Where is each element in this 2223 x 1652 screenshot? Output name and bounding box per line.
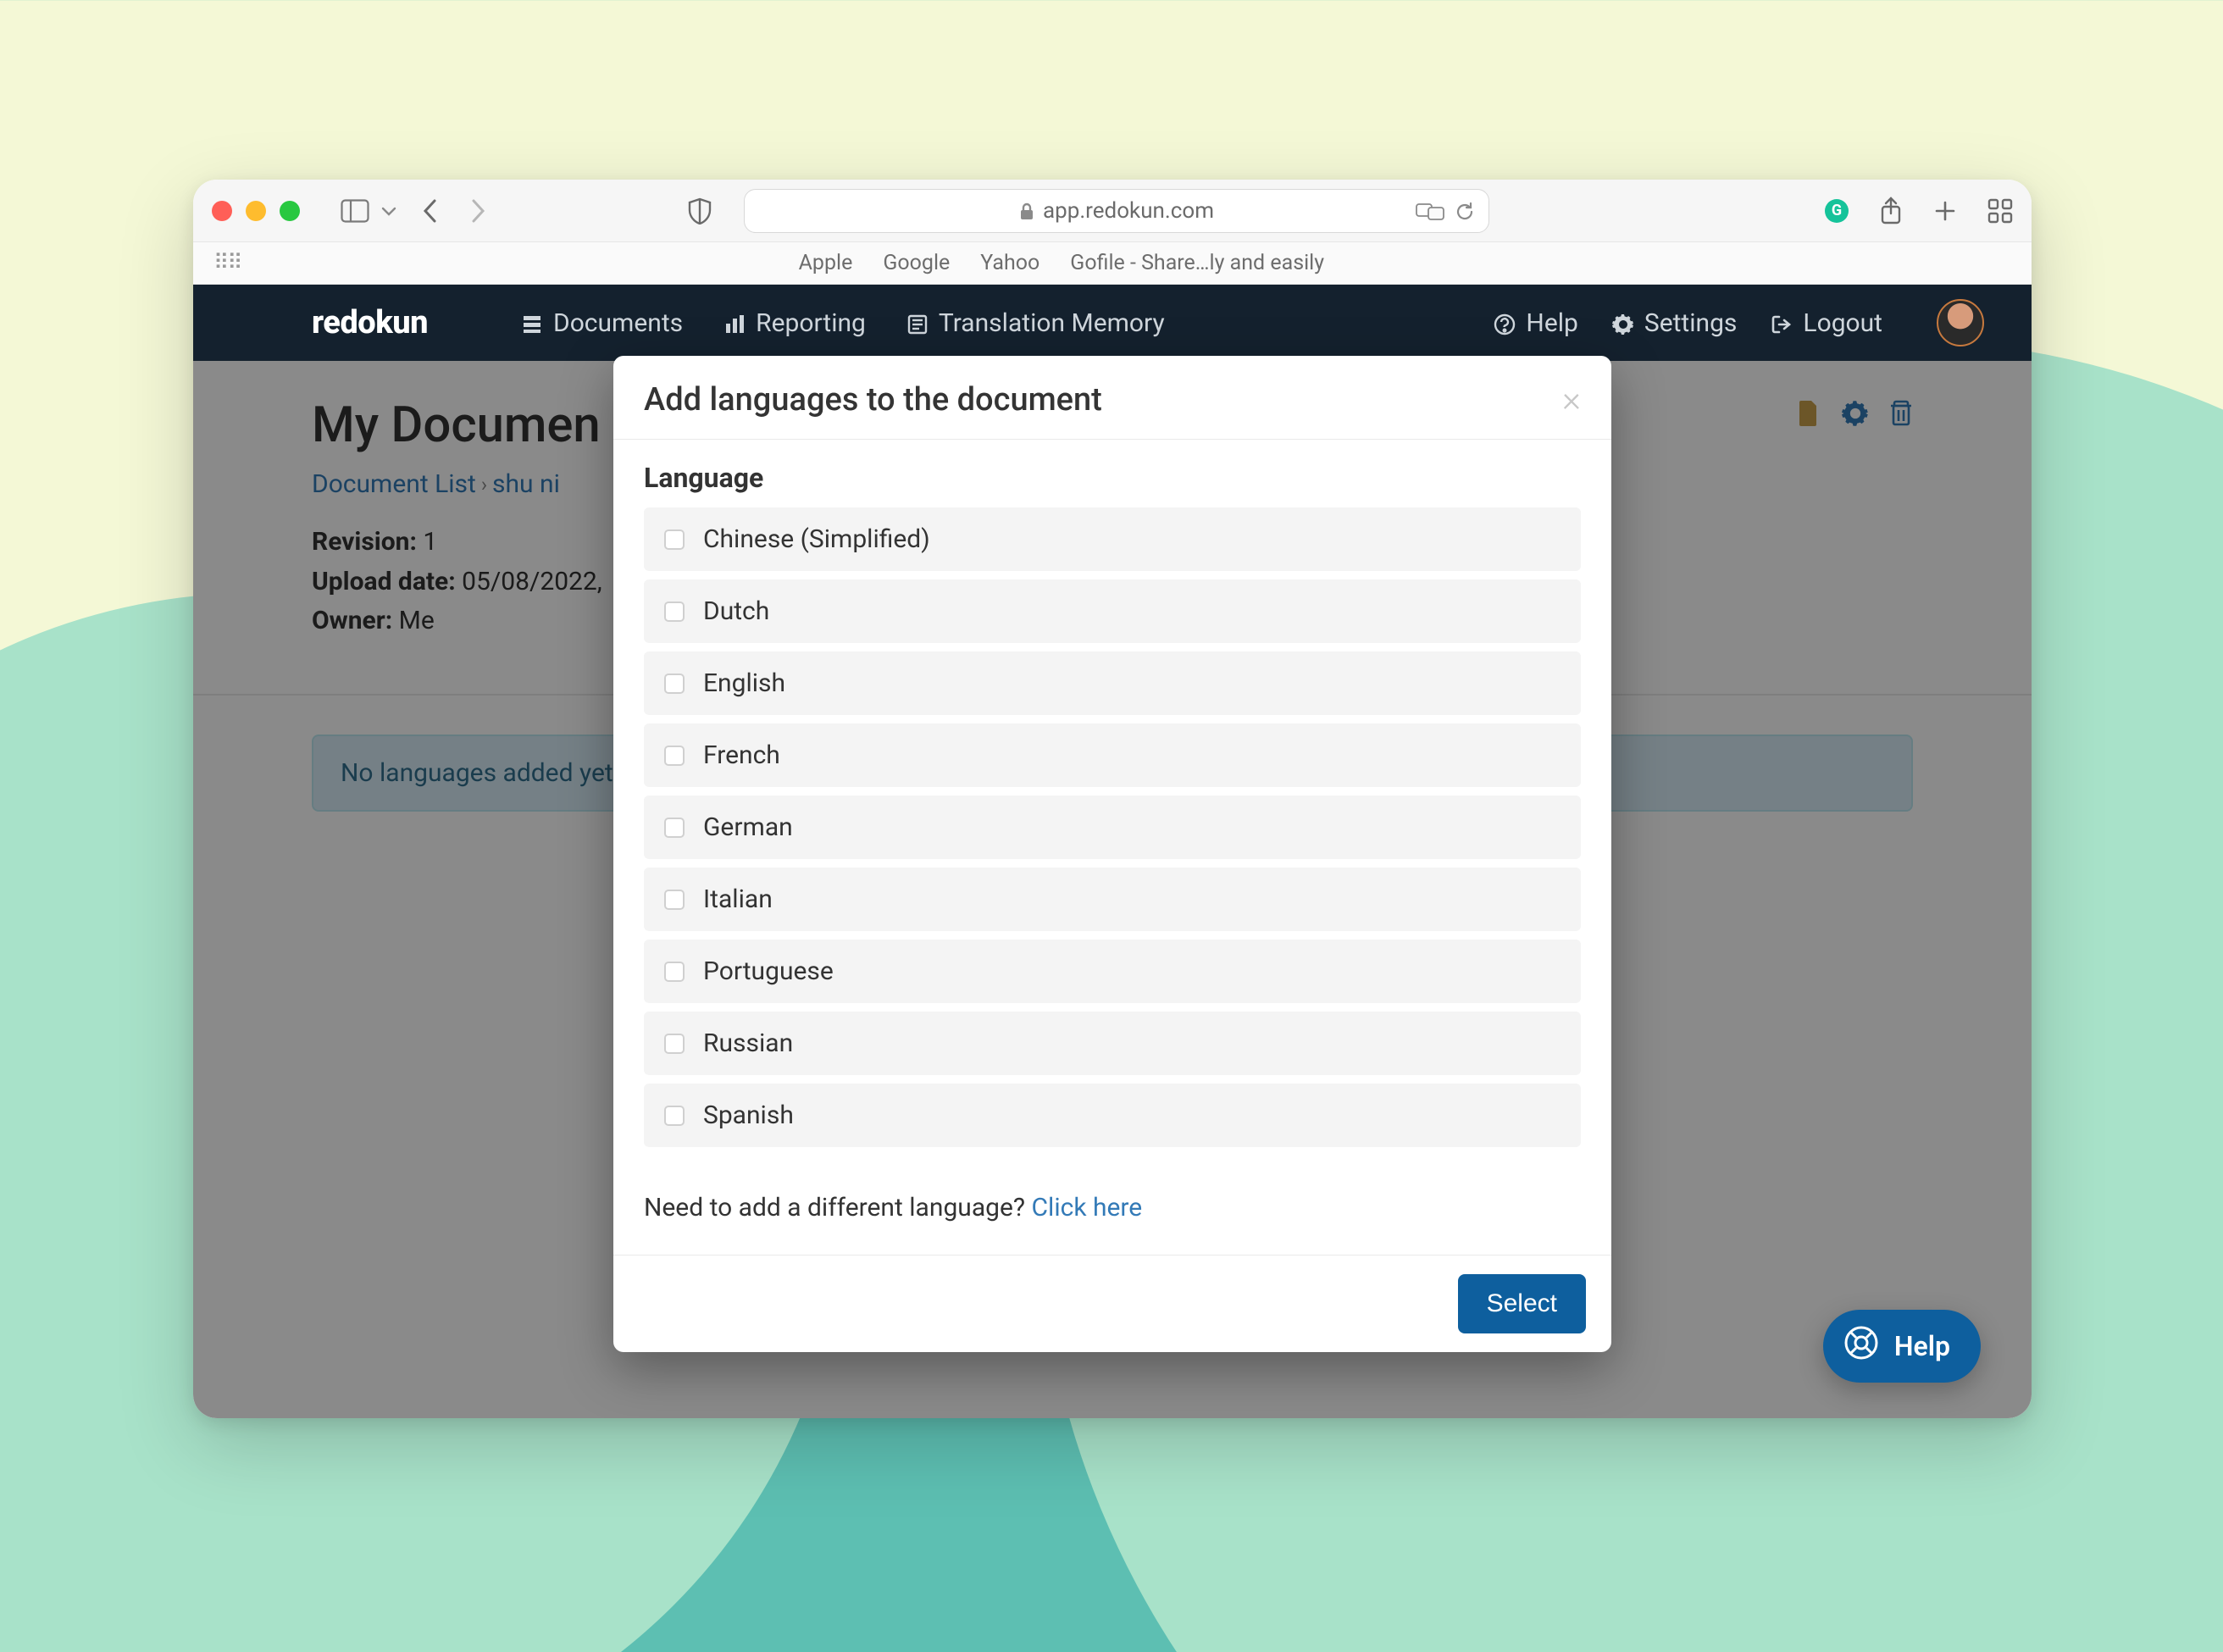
language-option[interactable]: Spanish [644,1084,1581,1147]
language-name: Portuguese [703,956,834,986]
language-checkbox[interactable] [664,674,685,694]
bookmark-apple[interactable]: Apple [799,251,853,275]
reload-icon[interactable] [1455,198,1475,224]
bookmark-bar: ⠿⠿ Apple Google Yahoo Gofile - Share…ly … [193,242,2032,285]
language-name: Spanish [703,1100,794,1130]
close-icon[interactable]: × [1562,382,1581,418]
modal-header: Add languages to the document × [613,356,1611,440]
book-icon [906,308,929,338]
grammarly-icon[interactable]: G [1825,199,1849,223]
modal-body: Language Chinese (Simplified) Dutch Englis… [613,440,1611,1231]
nav-help[interactable]: Help [1494,308,1577,338]
language-checkbox[interactable] [664,1034,685,1054]
nav-tm-label: Translation Memory [939,308,1165,338]
nav-logout[interactable]: Logout [1771,308,1882,338]
language-option[interactable]: English [644,651,1581,715]
language-checkbox[interactable] [664,962,685,982]
nav-reporting-label: Reporting [756,308,866,338]
nav-documents[interactable]: Documents [521,308,683,338]
new-tab-icon[interactable] [1933,199,1957,223]
language-field-label: Language [644,462,1581,494]
nav-settings-label: Settings [1644,308,1738,338]
nav-logout-label: Logout [1803,308,1882,338]
language-checkbox[interactable] [664,890,685,910]
question-icon [1494,308,1516,338]
help-prefix: Need to add a different language? [644,1193,1032,1222]
bookmark-gofile[interactable]: Gofile - Share…ly and easily [1070,251,1324,275]
address-bar[interactable]: app.redokun.com [744,189,1489,233]
language-name: Russian [703,1028,793,1058]
language-checkbox[interactable] [664,1106,685,1126]
language-checkbox[interactable] [664,529,685,550]
primary-nav: Documents Reporting Translation Memory [521,308,1165,338]
forward-button[interactable] [469,198,486,224]
modal-title: Add languages to the document [644,381,1102,419]
translate-icon[interactable] [1416,198,1444,224]
nav-documents-label: Documents [553,308,683,338]
apps-grid-icon[interactable]: ⠿⠿ [213,257,241,269]
language-name: Dutch [703,596,769,626]
lifebuoy-icon [1843,1325,1879,1367]
documents-icon [521,308,543,338]
brand-logo[interactable]: redokun [312,304,428,341]
modal-footer: Select [613,1255,1611,1352]
window-close-button[interactable] [212,201,232,221]
language-name: German [703,812,793,842]
browser-toolbar: app.redokun.com G [193,180,2032,242]
window-minimize-button[interactable] [246,201,266,221]
back-button[interactable] [422,198,439,224]
language-name: Italian [703,884,773,914]
privacy-shield-icon[interactable] [688,197,712,225]
gear-icon [1612,308,1634,338]
window-controls [212,201,300,221]
select-button[interactable]: Select [1458,1274,1586,1333]
nav-translation-memory[interactable]: Translation Memory [906,308,1165,338]
bookmark-google[interactable]: Google [883,251,950,275]
lock-icon [1019,198,1034,224]
tab-overview-icon[interactable] [1987,198,2013,224]
language-checkbox[interactable] [664,818,685,838]
language-name: English [703,668,785,698]
language-option[interactable]: Portuguese [644,940,1581,1003]
add-languages-modal: Add languages to the document × Language… [613,356,1611,1352]
language-option[interactable]: Russian [644,1012,1581,1075]
nav-reporting[interactable]: Reporting [723,308,866,338]
help-widget-label: Help [1894,1330,1950,1362]
language-checkbox[interactable] [664,601,685,622]
help-link[interactable]: Click here [1032,1193,1143,1222]
help-widget[interactable]: Help [1823,1310,1981,1383]
language-option[interactable]: French [644,723,1581,787]
language-option[interactable]: Italian [644,868,1581,931]
bookmark-yahoo[interactable]: Yahoo [980,251,1039,275]
url-text: app.redokun.com [1043,198,1214,224]
language-option[interactable]: Dutch [644,579,1581,643]
language-option[interactable]: German [644,796,1581,859]
nav-settings[interactable]: Settings [1612,308,1738,338]
language-checkbox[interactable] [664,746,685,766]
bar-chart-icon [723,308,746,338]
help-line: Need to add a different language? Click … [644,1193,1581,1222]
app-header: redokun Documents Reporting Translation … [193,285,2032,361]
window-zoom-button[interactable] [280,201,300,221]
user-avatar[interactable] [1937,299,1984,346]
language-list: Chinese (Simplified) Dutch English French Ge… [644,507,1581,1147]
sidebar-toggle-icon[interactable] [341,199,369,223]
language-name: Chinese (Simplified) [703,524,930,554]
logout-icon [1771,308,1793,338]
language-option[interactable]: Chinese (Simplified) [644,507,1581,571]
browser-window: app.redokun.com G ⠿⠿ Ap [193,180,2032,1418]
share-icon[interactable] [1879,197,1903,225]
language-name: French [703,740,780,770]
nav-help-label: Help [1526,308,1577,338]
sidebar-dropdown-icon[interactable] [381,206,396,216]
